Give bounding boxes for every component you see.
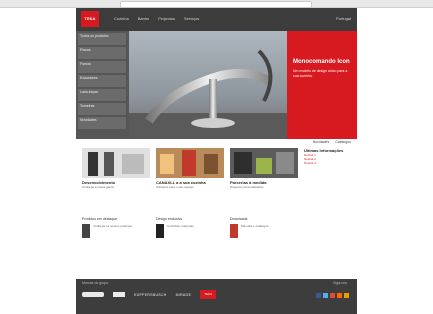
sub-heading: Produtos em destaque bbox=[82, 217, 118, 221]
web-page: TEKA Cozinha Banho Projectos Serviços Po… bbox=[76, 8, 357, 314]
page-margin-right bbox=[357, 8, 433, 314]
sub-text: Cozinhas modernas bbox=[167, 224, 194, 228]
sub-section: Downloads Manuais e catálogos bbox=[230, 217, 298, 238]
address-bar[interactable] bbox=[120, 1, 312, 8]
sub-thumbnail[interactable] bbox=[230, 224, 238, 238]
partner-logo[interactable] bbox=[113, 292, 125, 297]
hero-promo-panel[interactable]: Monocomando Icon Um modelo de design úni… bbox=[287, 31, 357, 139]
sidebar-item[interactable]: Lava-loiças bbox=[78, 89, 126, 101]
card-image bbox=[156, 148, 224, 178]
sub-heading: Downloads bbox=[230, 217, 248, 221]
sub-text: Manuais e catálogos bbox=[241, 224, 269, 228]
partner-logo[interactable]: KÜPPERSBUSCH bbox=[134, 293, 167, 297]
sidebar-item[interactable]: Exaustores bbox=[78, 75, 126, 87]
site-footer: Marcas do grupo KÜPPERSBUSCH MIRAGE TEKA… bbox=[76, 279, 357, 314]
feature-card[interactable]: Desenvolvimento Conheça a nossa gama bbox=[82, 148, 150, 189]
brand-logo[interactable]: TEKA bbox=[81, 11, 99, 27]
hero-title: Monocomando Icon bbox=[293, 59, 350, 65]
sub-section: Design exclusivo Cozinhas modernas bbox=[156, 217, 224, 238]
sidebar-item[interactable]: Novidades bbox=[78, 117, 126, 129]
site-header: TEKA Cozinha Banho Projectos Serviços Po… bbox=[76, 8, 357, 31]
card-desc: Conheça a nossa gama bbox=[82, 185, 114, 189]
partner-logo[interactable] bbox=[82, 292, 104, 297]
google-plus-icon[interactable] bbox=[330, 293, 335, 298]
feature-card[interactable]: CANAXLL a a sua cozinha Soluções para o … bbox=[156, 148, 224, 189]
card-desc: Soluções para o seu espaço bbox=[156, 185, 194, 189]
facebook-icon[interactable] bbox=[316, 293, 321, 298]
page-margin-left bbox=[0, 8, 76, 314]
sub-text: Conheça os nossos produtos bbox=[93, 224, 132, 228]
news-box: Últimas Informações Notícia 1 Notícia 2 … bbox=[304, 148, 352, 165]
hero-image-faucet bbox=[129, 31, 287, 139]
nav-item[interactable]: Cozinha bbox=[114, 16, 129, 21]
social-icons bbox=[316, 293, 349, 298]
sidebar-item[interactable]: Fornos bbox=[78, 61, 126, 73]
sidebar-item[interactable]: Torneiras bbox=[78, 103, 126, 115]
card-image bbox=[82, 148, 150, 178]
top-navigation: Cozinha Banho Projectos Serviços bbox=[114, 16, 199, 21]
email-icon[interactable] bbox=[344, 293, 349, 298]
partners-heading: Marcas do grupo bbox=[82, 281, 109, 285]
content-tabs: Novidades Catálogos bbox=[313, 140, 351, 144]
card-image bbox=[230, 148, 298, 178]
country-selector[interactable]: Portugal bbox=[336, 16, 351, 21]
browser-toolbar bbox=[0, 0, 433, 8]
sidebar-item[interactable]: Todos os produtos bbox=[78, 33, 126, 45]
sidebar-menu: Todos os produtos Placas Fornos Exaustor… bbox=[76, 33, 128, 137]
feature-card[interactable]: Parcerias à medida Projectos personaliza… bbox=[230, 148, 298, 189]
tab-item[interactable]: Catálogos bbox=[335, 140, 351, 144]
rss-icon[interactable] bbox=[337, 293, 342, 298]
screen: TEKA Cozinha Banho Projectos Serviços Po… bbox=[0, 0, 433, 314]
nav-item[interactable]: Projectos bbox=[158, 16, 175, 21]
sub-thumbnail[interactable] bbox=[82, 224, 90, 238]
sidebar-item[interactable]: Placas bbox=[78, 47, 126, 59]
card-desc: Projectos personalizados bbox=[230, 185, 264, 189]
sub-thumbnail[interactable] bbox=[156, 224, 164, 238]
partner-logo[interactable]: TEKA bbox=[200, 290, 217, 299]
sub-section: Produtos em destaque Conheça os nossos p… bbox=[82, 217, 150, 238]
partner-logos: KÜPPERSBUSCH MIRAGE TEKA bbox=[82, 290, 217, 299]
nav-item[interactable]: Banho bbox=[138, 16, 150, 21]
hero-banner: Todos os produtos Placas Fornos Exaustor… bbox=[76, 31, 357, 139]
partner-logo[interactable]: MIRAGE bbox=[176, 293, 192, 297]
hero-description: Um modelo de design único para a sua coz… bbox=[293, 69, 348, 78]
nav-item[interactable]: Serviços bbox=[184, 16, 199, 21]
main-content: Novidades Catálogos Desenvolvimento Conh… bbox=[76, 139, 357, 279]
twitter-icon[interactable] bbox=[323, 293, 328, 298]
news-link[interactable]: Notícia 3 bbox=[304, 161, 352, 165]
sub-heading: Design exclusivo bbox=[156, 217, 183, 221]
social-heading: Siga-nos bbox=[333, 281, 347, 285]
tab-item[interactable]: Novidades bbox=[313, 140, 330, 144]
